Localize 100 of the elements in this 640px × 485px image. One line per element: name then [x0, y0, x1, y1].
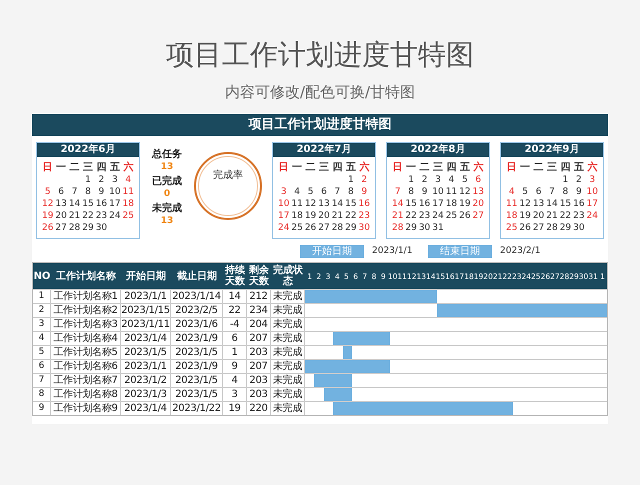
calendar-day[interactable]: 19	[458, 198, 472, 210]
calendar-day[interactable]: 21	[545, 210, 559, 222]
calendar-day[interactable]: 7	[391, 186, 404, 198]
calendar-day[interactable]: 31	[431, 222, 445, 234]
calendar-day[interactable]: 16	[572, 198, 586, 210]
calendar-day[interactable]: 5	[458, 174, 472, 186]
calendar-day[interactable]: 8	[558, 186, 572, 198]
calendar-day[interactable]: 9	[358, 186, 371, 198]
calendar-day[interactable]: 29	[404, 222, 418, 234]
calendar-day[interactable]: 8	[81, 186, 95, 198]
calendar-day[interactable]: 19	[518, 210, 532, 222]
calendar-day[interactable]: 15	[81, 198, 95, 210]
calendar-day[interactable]: 19	[304, 210, 318, 222]
calendar-day[interactable]: 11	[122, 186, 135, 198]
calendar-day[interactable]: 1	[344, 174, 358, 186]
calendar-day[interactable]: 5	[41, 186, 54, 198]
calendar-day[interactable]: 29	[81, 222, 95, 234]
calendar-day[interactable]: 6	[54, 186, 68, 198]
calendar-day[interactable]: 26	[458, 210, 472, 222]
calendar-day[interactable]: 1	[81, 174, 95, 186]
calendar-day[interactable]: 22	[81, 210, 95, 222]
calendar-day[interactable]: 14	[68, 198, 82, 210]
calendar-day[interactable]: 24	[586, 210, 599, 222]
calendar-day[interactable]: 18	[122, 198, 135, 210]
calendar-day[interactable]: 12	[304, 198, 318, 210]
calendar-day[interactable]: 22	[404, 210, 418, 222]
calendar-day[interactable]: 19	[41, 210, 54, 222]
calendar-day[interactable]: 3	[277, 186, 290, 198]
calendar-day[interactable]: 12	[41, 198, 54, 210]
calendar-day[interactable]: 17	[277, 210, 290, 222]
calendar-day[interactable]: 2	[418, 174, 432, 186]
calendar-day[interactable]: 9	[94, 186, 108, 198]
calendar-day[interactable]: 21	[68, 210, 82, 222]
calendar-day[interactable]: 23	[358, 210, 371, 222]
calendar-day[interactable]: 17	[586, 198, 599, 210]
calendar-day[interactable]: 20	[54, 210, 68, 222]
calendar-day[interactable]: 1	[404, 174, 418, 186]
calendar-day[interactable]: 29	[344, 222, 358, 234]
calendar-day[interactable]: 27	[532, 222, 546, 234]
calendar-day[interactable]: 30	[94, 222, 108, 234]
calendar-day[interactable]: 12	[518, 198, 532, 210]
calendar-day[interactable]: 20	[532, 210, 546, 222]
calendar-day[interactable]: 7	[330, 186, 344, 198]
calendar-day[interactable]: 13	[472, 186, 485, 198]
calendar-day[interactable]: 15	[404, 198, 418, 210]
calendar-day[interactable]: 23	[572, 210, 586, 222]
calendar-day[interactable]: 15	[558, 198, 572, 210]
calendar-day[interactable]: 13	[317, 198, 331, 210]
calendar-day[interactable]: 20	[317, 210, 331, 222]
calendar-day[interactable]: 11	[444, 186, 458, 198]
calendar-day[interactable]: 2	[358, 174, 371, 186]
calendar-day[interactable]: 7	[545, 186, 559, 198]
calendar-day[interactable]: 21	[391, 210, 404, 222]
calendar-day[interactable]: 13	[54, 198, 68, 210]
calendar-day[interactable]: 28	[391, 222, 404, 234]
calendar-day[interactable]: 4	[290, 186, 304, 198]
calendar-day[interactable]: 14	[545, 198, 559, 210]
calendar-day[interactable]: 14	[330, 198, 344, 210]
calendar-day[interactable]: 10	[108, 186, 122, 198]
calendar-day[interactable]: 21	[330, 210, 344, 222]
calendar-day[interactable]: 18	[505, 210, 518, 222]
calendar-day[interactable]: 27	[472, 210, 485, 222]
calendar-day[interactable]: 27	[317, 222, 331, 234]
calendar-day[interactable]: 1	[558, 174, 572, 186]
calendar-day[interactable]: 25	[122, 210, 135, 222]
calendar-day[interactable]: 11	[290, 198, 304, 210]
calendar-day[interactable]: 25	[290, 222, 304, 234]
calendar-day[interactable]: 6	[317, 186, 331, 198]
calendar-day[interactable]: 10	[431, 186, 445, 198]
calendar-day[interactable]: 9	[572, 186, 586, 198]
calendar-day[interactable]: 15	[344, 198, 358, 210]
calendar-day[interactable]: 9	[418, 186, 432, 198]
calendar-day[interactable]: 12	[458, 186, 472, 198]
calendar-day[interactable]: 5	[518, 186, 532, 198]
calendar-day[interactable]: 6	[472, 174, 485, 186]
calendar-day[interactable]: 26	[518, 222, 532, 234]
calendar-day[interactable]: 4	[505, 186, 518, 198]
calendar-day[interactable]: 7	[68, 186, 82, 198]
calendar-day[interactable]: 4	[444, 174, 458, 186]
calendar-day[interactable]: 5	[304, 186, 318, 198]
calendar-day[interactable]: 10	[277, 198, 290, 210]
calendar-day[interactable]: 16	[418, 198, 432, 210]
calendar-day[interactable]: 13	[532, 198, 546, 210]
calendar-day[interactable]: 26	[304, 222, 318, 234]
calendar-day[interactable]: 28	[545, 222, 559, 234]
calendar-day[interactable]: 28	[68, 222, 82, 234]
calendar-day[interactable]: 10	[586, 186, 599, 198]
calendar-day[interactable]: 2	[94, 174, 108, 186]
calendar-day[interactable]: 3	[431, 174, 445, 186]
calendar-day[interactable]: 3	[586, 174, 599, 186]
calendar-day[interactable]: 18	[290, 210, 304, 222]
calendar-day[interactable]: 23	[94, 210, 108, 222]
calendar-day[interactable]: 14	[391, 198, 404, 210]
calendar-day[interactable]: 27	[54, 222, 68, 234]
calendar-day[interactable]: 20	[472, 198, 485, 210]
calendar-day[interactable]: 24	[277, 222, 290, 234]
calendar-day[interactable]: 4	[122, 174, 135, 186]
calendar-day[interactable]: 17	[108, 198, 122, 210]
calendar-day[interactable]: 18	[444, 198, 458, 210]
calendar-day[interactable]: 11	[505, 198, 518, 210]
